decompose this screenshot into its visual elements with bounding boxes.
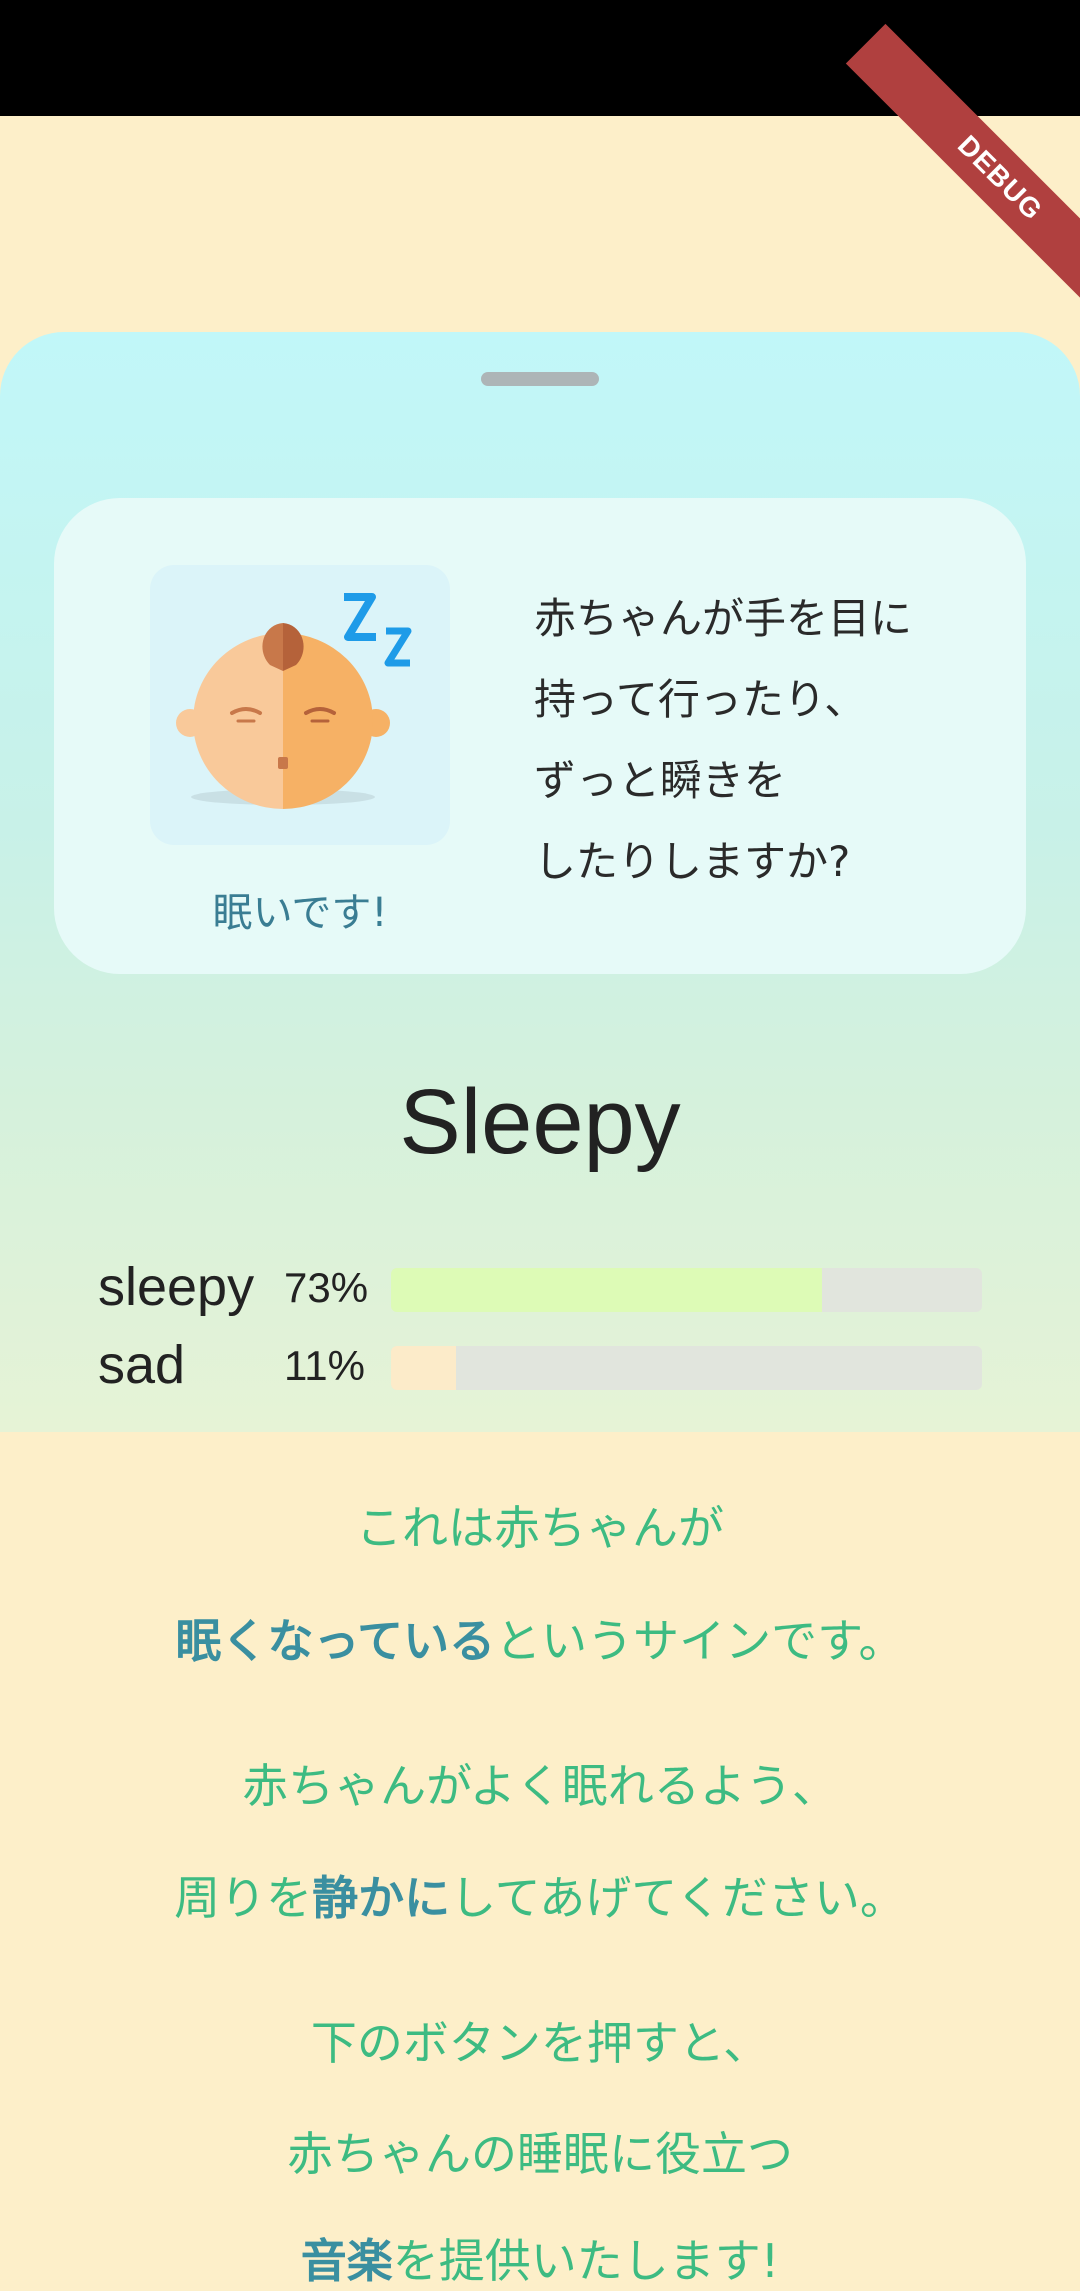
message-emphasis: 眠くなっている [175, 1614, 496, 1668]
message-line: 音楽を提供いたします! [0, 2225, 1080, 2291]
score-label: sad [98, 1335, 186, 1395]
question-line: 持って行ったり、 [534, 675, 867, 724]
message-line: 眠くなっているというサインです。 [0, 1605, 1080, 1671]
message-line: 赤ちゃんがよく眠れるよう、 [242, 1759, 838, 1813]
message-line: これは赤ちゃんが [356, 1501, 724, 1555]
score-bar-fill [391, 1346, 456, 1390]
score-row-sad: sad 11% [98, 1335, 982, 1395]
score-label: sleepy [98, 1257, 255, 1317]
question-line: したりしますか? [534, 837, 851, 886]
score-percent: 73% [284, 1264, 369, 1311]
message-emphasis: 静かに [312, 1871, 451, 1925]
score-percent: 11% [284, 1342, 365, 1389]
score-row-sleepy: sleepy 73% [98, 1257, 982, 1317]
question-text: 赤ちゃんが手を目に 持って行ったり、 ずっと瞬きを したりしますか? [534, 578, 994, 902]
score-bar-fill [391, 1268, 823, 1312]
message-text: してあげてください。 [450, 1871, 906, 1925]
result-title: Sleepy [399, 1071, 681, 1173]
message-line: 下のボタンを押すと、 [310, 2016, 770, 2070]
message-line: 周りを静かにしてあげてください。 [0, 1862, 1080, 1928]
score-bar-track [391, 1346, 982, 1390]
sheet-drag-handle[interactable] [481, 372, 599, 386]
message-text: というサインです。 [495, 1614, 905, 1668]
message-text: 周りを [174, 1871, 313, 1925]
emotion-icon-tile [150, 565, 450, 845]
emotion-label: 眠いです! [212, 890, 388, 936]
question-line: ずっと瞬きを [534, 756, 787, 805]
score-bar-track [391, 1268, 982, 1312]
message-line: 赤ちゃんの睡眠に役立つ [287, 2127, 793, 2181]
question-line: 赤ちゃんが手を目に [534, 594, 913, 643]
sleeping-baby-icon [176, 593, 412, 809]
